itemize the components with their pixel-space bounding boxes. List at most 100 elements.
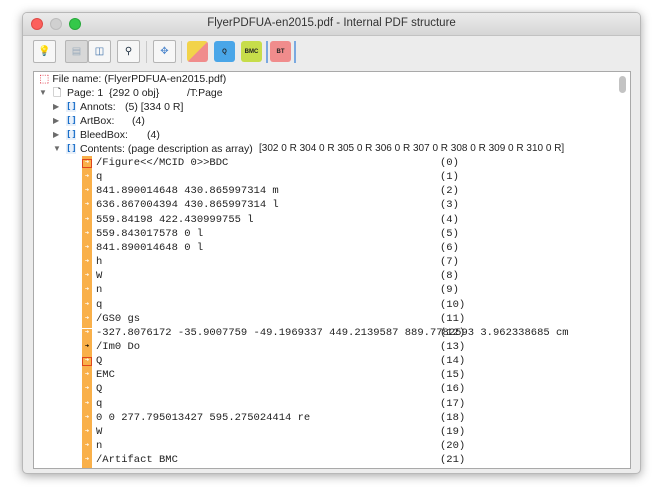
operator-arrow-icon: ➜: [84, 442, 90, 450]
operator-text: n: [96, 440, 103, 452]
operator-index: (7): [440, 256, 459, 269]
content-operator-row[interactable]: ➜ /Im0 Do (13): [34, 340, 624, 354]
pdf-file-icon: ⬚: [39, 73, 50, 85]
content-operator-row[interactable]: ➜ EMC (15): [34, 368, 624, 382]
pdf-structure-window: FlyerPDFUA-en2015.pdf - Internal PDF str…: [22, 12, 641, 474]
lightbulb-button[interactable]: 💡: [33, 40, 56, 63]
structure-tree[interactable]: ⬚ File name: (FlyerPDFUA-en2015.pdf) ▼ 🗋…: [33, 71, 631, 469]
operator-arrow-icon: ➜: [84, 201, 90, 210]
content-operator-row[interactable]: ➜ 559.843017578 0 l (5): [34, 227, 624, 241]
operator-index: (5): [440, 227, 459, 240]
q-puzzle-button[interactable]: Q: [214, 41, 235, 62]
disclosure-open-icon[interactable]: ▼: [53, 142, 61, 156]
operator-arrow-icon: ➜: [84, 258, 90, 267]
disclosure-open-icon[interactable]: ▼: [39, 86, 47, 100]
operator-arrow-icon: ➜: [84, 300, 90, 309]
content-operator-row[interactable]: ➜ -327.8076172 -35.9007759 -49.1969337 44…: [34, 326, 624, 340]
operator-arrow-icon: ➜: [84, 286, 90, 295]
operator-text: 559.84198 422.430999755 l: [96, 213, 254, 226]
content-operator-row[interactable]: ➜ q (17): [34, 397, 624, 411]
content-operator-row[interactable]: ➜ n (9): [34, 283, 624, 297]
content-operator-row[interactable]: ➜ n (20): [34, 439, 624, 453]
marked-content-icon: ➜: [82, 357, 92, 367]
lightbulb-icon: 💡: [38, 46, 51, 57]
operator-index: (2): [440, 185, 459, 198]
content-operator-row[interactable]: ➜ q (10): [34, 298, 624, 312]
tree-item-file[interactable]: ⬚ File name: (FlyerPDFUA-en2015.pdf): [39, 72, 226, 86]
operator-index: (11): [440, 312, 466, 325]
content-operator-row[interactable]: ➜ 559.84198 422.430999755 l (4): [34, 213, 624, 227]
tree-item-artbox[interactable]: ▶ [] ArtBox: (4): [53, 114, 613, 128]
operator-text: Q: [96, 355, 103, 368]
operator-arrow-icon: ➜: [84, 342, 90, 351]
page-icon: 🗋: [53, 87, 62, 99]
tree-item-annots[interactable]: ▶ [] Annots: (5) [334 0 R]: [53, 100, 613, 114]
content-operator-row[interactable]: ➜ W (19): [34, 425, 624, 439]
content-operator-row[interactable]: ➜ 841.890014648 430.865997314 m (2): [34, 184, 624, 198]
operator-text: q: [96, 298, 103, 311]
operator-index: (17): [440, 397, 466, 410]
content-operator-row[interactable]: ➜ /GS0 gs (11): [34, 312, 624, 326]
content-operator-row[interactable]: ➜ q (1): [34, 170, 624, 184]
operator-arrow-icon: ➜: [84, 385, 90, 394]
operator-text: n: [96, 284, 103, 297]
content-operator-row[interactable]: ➜q(22): [34, 467, 624, 468]
operator-arrow-icon: ➜: [84, 427, 90, 436]
content-operator-row[interactable]: ➜ /Figure<</MCID 0>>BDC (0): [34, 156, 624, 170]
operator-text: q: [96, 171, 103, 184]
operator-arrow-icon: ➜: [84, 328, 90, 337]
bt-puzzle-button[interactable]: BT: [270, 41, 291, 62]
operator-text: /Im0 Do: [96, 340, 141, 353]
operator-index: (0): [440, 157, 459, 169]
page-view-button[interactable]: ▤: [65, 40, 88, 63]
content-operator-row[interactable]: ➜ h (7): [34, 255, 624, 269]
operator-text: q: [96, 467, 102, 468]
bmc-puzzle-button[interactable]: BMC: [241, 41, 262, 62]
operator-index: (10): [440, 298, 466, 311]
vertical-scrollbar[interactable]: [619, 76, 626, 93]
operator-text: W: [96, 425, 103, 438]
content-operator-row[interactable]: ➜ 841.890014648 0 l (6): [34, 241, 624, 255]
toolbar-separator: [181, 41, 182, 63]
operator-text: 559.843017578 0 l: [96, 227, 204, 240]
marked-content-icon: ➜: [82, 159, 92, 168]
content-operator-row[interactable]: ➜ Q (16): [34, 382, 624, 396]
operator-text: /GS0 gs: [96, 312, 141, 325]
operator-index: (18): [440, 411, 466, 424]
content-operator-row[interactable]: ➜ 636.867004394 430.865997314 l (3): [34, 198, 624, 212]
search-button[interactable]: ⚲: [117, 40, 140, 63]
operator-arrow-icon: ➜: [84, 229, 90, 238]
operator-text: h: [96, 256, 103, 269]
operator-arrow-icon: ➜: [84, 314, 90, 323]
operator-arrow-icon: ➜: [84, 173, 90, 182]
layout-button[interactable]: ◫: [88, 40, 111, 63]
content-operator-row[interactable]: ➜ W (8): [34, 269, 624, 283]
disclosure-closed-icon[interactable]: ▶: [53, 114, 59, 128]
operator-text: Q: [96, 383, 103, 396]
operator-arrow-icon: ➜: [84, 243, 90, 252]
disclosure-closed-icon[interactable]: ▶: [53, 128, 59, 142]
operator-arrow-icon: ➜: [84, 413, 90, 422]
magnifier-icon: ⚲: [124, 46, 133, 57]
operator-index: (16): [440, 383, 466, 396]
array-icon: []: [66, 144, 77, 154]
operator-index: (8): [440, 270, 459, 283]
operator-index: (20): [440, 440, 466, 452]
content-operator-row[interactable]: ➜ Q (14): [34, 354, 624, 368]
operator-arrow-icon: ➜: [84, 215, 90, 224]
operator-index: (13): [440, 340, 466, 353]
operator-text: /Figure<</MCID 0>>BDC: [96, 157, 229, 169]
navigate-button[interactable]: ✥: [153, 40, 176, 63]
content-operator-row[interactable]: ➜ /Artifact BMC (21): [34, 453, 624, 467]
tree-item-bleedbox[interactable]: ▶ [] BleedBox: (4): [53, 128, 613, 142]
operator-arrow-icon: ➜: [84, 371, 90, 380]
disclosure-closed-icon[interactable]: ▶: [53, 100, 59, 114]
title-bar[interactable]: FlyerPDFUA-en2015.pdf - Internal PDF str…: [23, 13, 640, 36]
structure-puzzle-button[interactable]: [187, 41, 208, 62]
operator-text: /Artifact BMC: [96, 454, 178, 467]
operator-text: EMC: [96, 369, 115, 382]
content-operator-row[interactable]: ➜ 0 0 277.795013427 595.275024414 re (18): [34, 411, 624, 425]
array-icon: []: [66, 116, 77, 126]
toolbar-separator: [266, 41, 268, 63]
tree-item-contents[interactable]: ▼ [] Contents: (page description as arra…: [53, 142, 628, 156]
